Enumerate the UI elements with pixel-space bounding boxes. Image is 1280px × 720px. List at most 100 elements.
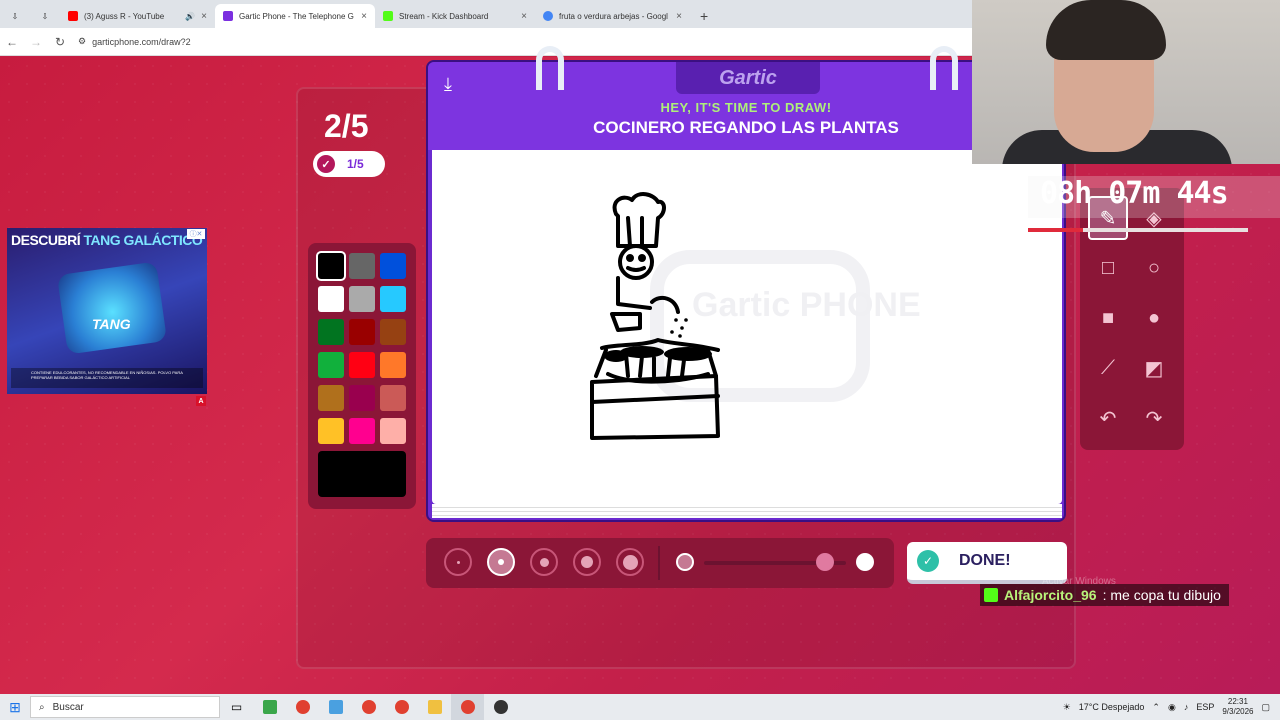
- minecraft-icon[interactable]: [253, 694, 286, 720]
- chrome-icon-2[interactable]: [352, 694, 385, 720]
- progress-pill: ✓ 1/5: [313, 151, 385, 177]
- check-icon: ✓: [317, 155, 335, 173]
- color-swatch[interactable]: [349, 385, 375, 411]
- chrome-icon-active[interactable]: [451, 694, 484, 720]
- gartic-logo: Gartic: [676, 62, 820, 94]
- fill-bucket-tool-icon[interactable]: ◩: [1134, 346, 1174, 390]
- brush-size-dot: [539, 557, 549, 567]
- tray-chevron-icon[interactable]: ⌃: [1152, 702, 1160, 713]
- redo-icon[interactable]: ↷: [1134, 396, 1174, 440]
- youtube-icon: [68, 11, 78, 21]
- kick-chat-icon: [984, 588, 998, 602]
- drawing-card: Gartic ⤓ HEY, IT'S TIME TO DRAW! COCINER…: [426, 46, 1066, 522]
- pinned-tab-2[interactable]: ⇩: [30, 4, 60, 28]
- rectangle-outline-tool-icon[interactable]: □: [1088, 246, 1128, 290]
- ellipse-outline-tool-icon[interactable]: ○: [1134, 246, 1174, 290]
- done-check-icon: ✓: [917, 550, 939, 572]
- network-icon[interactable]: ◉: [1168, 702, 1176, 713]
- rectangle-fill-tool-icon[interactable]: ■: [1088, 296, 1128, 340]
- chrome-icon[interactable]: [286, 694, 319, 720]
- color-swatch[interactable]: [318, 418, 344, 444]
- tab-gartic-phone[interactable]: Gartic Phone - The Telephone G ×: [215, 4, 375, 28]
- kick-icon: [383, 11, 393, 21]
- brush-size-button[interactable]: [573, 548, 601, 576]
- color-swatch[interactable]: [318, 319, 344, 345]
- color-swatch[interactable]: [349, 253, 375, 279]
- ad-brand: TANG: [92, 316, 131, 332]
- ellipse-fill-tool-icon[interactable]: ●: [1134, 296, 1174, 340]
- timer-progress-bar: [1028, 228, 1248, 232]
- color-swatch[interactable]: [380, 319, 406, 345]
- back-icon[interactable]: ←: [0, 35, 24, 49]
- ad-info-icon[interactable]: ⓘ✕: [187, 229, 205, 239]
- opacity-slider-knob[interactable]: [815, 553, 834, 571]
- color-swatch[interactable]: [380, 253, 406, 279]
- color-swatch[interactable]: [349, 319, 375, 345]
- url-field[interactable]: ⚙ garticphone.com/draw?2: [78, 36, 191, 47]
- ad-product-image: [56, 261, 168, 355]
- pinned-tab-icon: ⇩: [41, 11, 49, 21]
- weather-text[interactable]: 17°C Despejado: [1079, 702, 1145, 712]
- binder-ring-left: [536, 46, 564, 90]
- search-icon: ⌕: [39, 701, 45, 713]
- volume-icon[interactable]: ♪: [1184, 702, 1189, 712]
- color-swatch[interactable]: [380, 385, 406, 411]
- notifications-icon[interactable]: ▢: [1261, 702, 1270, 713]
- undo-icon[interactable]: ↶: [1088, 396, 1128, 440]
- taskbar-search[interactable]: ⌕ Buscar: [30, 696, 220, 718]
- app-icon[interactable]: [319, 694, 352, 720]
- chrome-icon-3[interactable]: [385, 694, 418, 720]
- webcam-overlay: [972, 0, 1280, 164]
- pinned-tab-1[interactable]: ⇩: [0, 4, 30, 28]
- new-tab-button[interactable]: +: [690, 4, 718, 28]
- color-swatch[interactable]: [349, 352, 375, 378]
- brush-size-dot: [456, 560, 460, 564]
- notebook-edge: [432, 504, 1062, 518]
- color-swatch[interactable]: [316, 251, 346, 281]
- color-swatch[interactable]: [318, 286, 344, 312]
- chat-username: Alfajorcito_96: [1004, 587, 1097, 603]
- brush-size-button[interactable]: [487, 548, 515, 576]
- close-tab-icon[interactable]: ×: [676, 11, 682, 22]
- brush-size-button[interactable]: [444, 548, 472, 576]
- line-tool-icon[interactable]: ⟋: [1088, 346, 1128, 390]
- windows-start-icon[interactable]: ⊞: [0, 699, 30, 716]
- download-icon[interactable]: ⤓: [444, 74, 452, 95]
- obs-icon[interactable]: [484, 694, 517, 720]
- site-info-icon[interactable]: ⚙: [78, 36, 86, 47]
- chat-overlay: Alfajorcito_96 : me copa tu dibujo: [980, 584, 1229, 606]
- color-swatch[interactable]: [349, 286, 375, 312]
- tab-google[interactable]: fruta o verdura arbejas - Googl ×: [535, 4, 690, 28]
- lang-indicator[interactable]: ESP: [1196, 702, 1214, 712]
- brush-size-button[interactable]: [616, 548, 644, 576]
- weather-icon[interactable]: ☀: [1063, 702, 1071, 713]
- color-swatch[interactable]: [318, 352, 344, 378]
- advertisement[interactable]: DESCUBRÍ TANG GALÁCTICO TANG CONTIENE ED…: [7, 228, 207, 394]
- tab-title: fruta o verdura arbejas - Googl: [559, 11, 668, 21]
- close-tab-icon[interactable]: ×: [201, 11, 207, 22]
- color-swatch[interactable]: [349, 418, 375, 444]
- brush-size-button[interactable]: [530, 548, 558, 576]
- task-view-icon[interactable]: ▭: [220, 694, 253, 720]
- reload-icon[interactable]: ↻: [48, 35, 72, 49]
- color-swatch[interactable]: [380, 286, 406, 312]
- binder-ring-right: [930, 46, 958, 90]
- close-tab-icon[interactable]: ×: [361, 11, 367, 22]
- color-palette: [308, 243, 416, 509]
- tab-kick[interactable]: Stream - Kick Dashboard ×: [375, 4, 535, 28]
- brush-size-dot: [622, 554, 638, 570]
- color-swatch[interactable]: [380, 352, 406, 378]
- close-tab-icon[interactable]: ×: [521, 11, 527, 22]
- clock[interactable]: 22:31 9/3/2026: [1222, 697, 1253, 717]
- color-swatch[interactable]: [318, 385, 344, 411]
- card-header: Gartic ⤓ HEY, IT'S TIME TO DRAW! COCINER…: [428, 62, 1064, 150]
- tab-youtube[interactable]: (3) Aguss R - YouTube 🔊 ×: [60, 4, 215, 28]
- speaker-icon[interactable]: 🔊: [185, 12, 195, 21]
- file-explorer-icon[interactable]: [418, 694, 451, 720]
- forward-icon[interactable]: →: [24, 35, 48, 49]
- clock-time: 22:31: [1227, 697, 1248, 706]
- color-swatch[interactable]: [380, 418, 406, 444]
- drawing-canvas[interactable]: Gartic PHONE: [432, 150, 1062, 504]
- progress-text: 1/5: [347, 157, 364, 171]
- google-icon: [543, 11, 553, 21]
